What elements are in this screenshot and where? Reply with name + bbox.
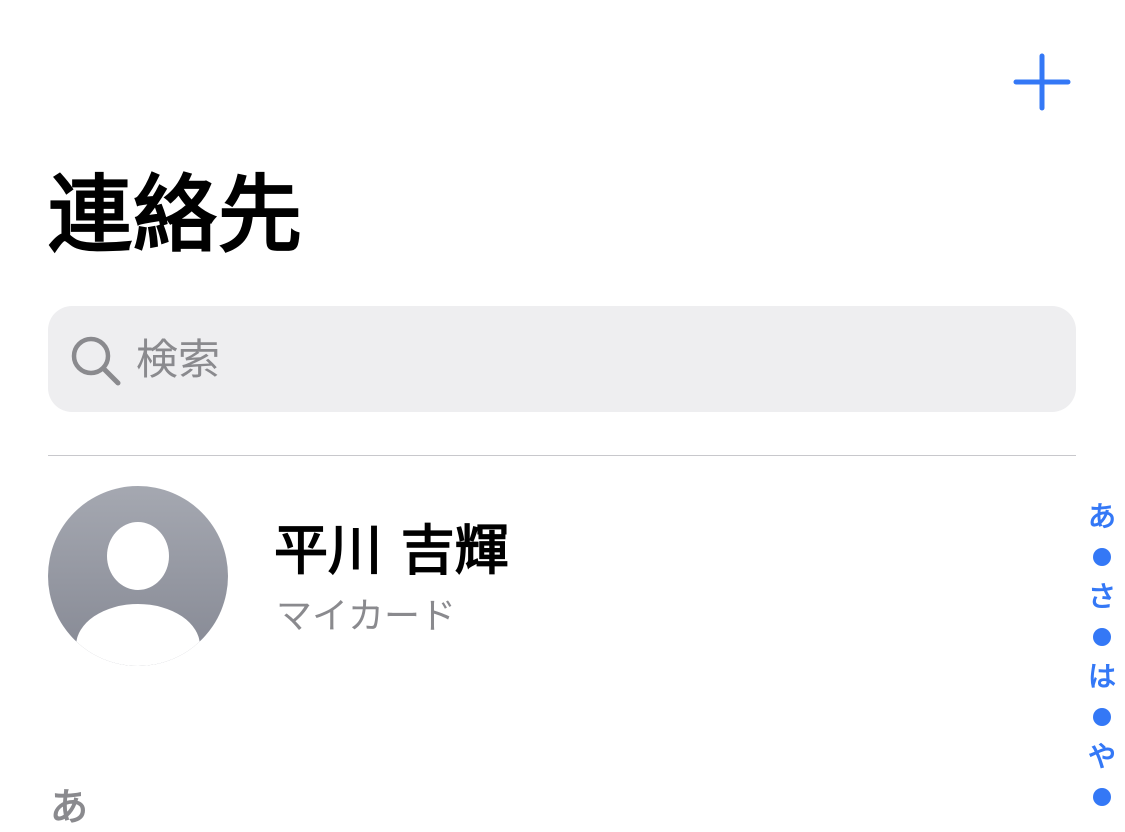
index-item-sa[interactable]: さ <box>1088 577 1116 617</box>
section-header: あ <box>50 785 89 829</box>
index-item-ya[interactable]: や <box>1088 737 1116 777</box>
person-placeholder-icon <box>48 486 228 666</box>
index-dot[interactable] <box>1082 617 1122 657</box>
search-bar[interactable] <box>48 306 1076 412</box>
index-dot[interactable] <box>1082 697 1122 737</box>
section-index-bar[interactable]: あ さ は や <box>1082 497 1122 817</box>
search-input[interactable] <box>136 326 1036 392</box>
index-dot[interactable] <box>1082 537 1122 577</box>
divider <box>48 455 1076 456</box>
my-card-row[interactable]: 平川 吉輝 マイカード <box>48 486 1068 668</box>
add-contact-button[interactable] <box>1010 50 1074 114</box>
plus-icon <box>1013 53 1071 111</box>
index-item-a[interactable]: あ <box>1088 497 1116 537</box>
index-dot[interactable] <box>1082 777 1122 817</box>
index-item-ha[interactable]: は <box>1088 657 1116 697</box>
page-title: 連絡先 <box>48 166 304 264</box>
my-card-label: マイカード <box>276 596 457 637</box>
search-icon <box>71 336 121 386</box>
my-card-name: 平川 吉輝 <box>274 519 509 582</box>
